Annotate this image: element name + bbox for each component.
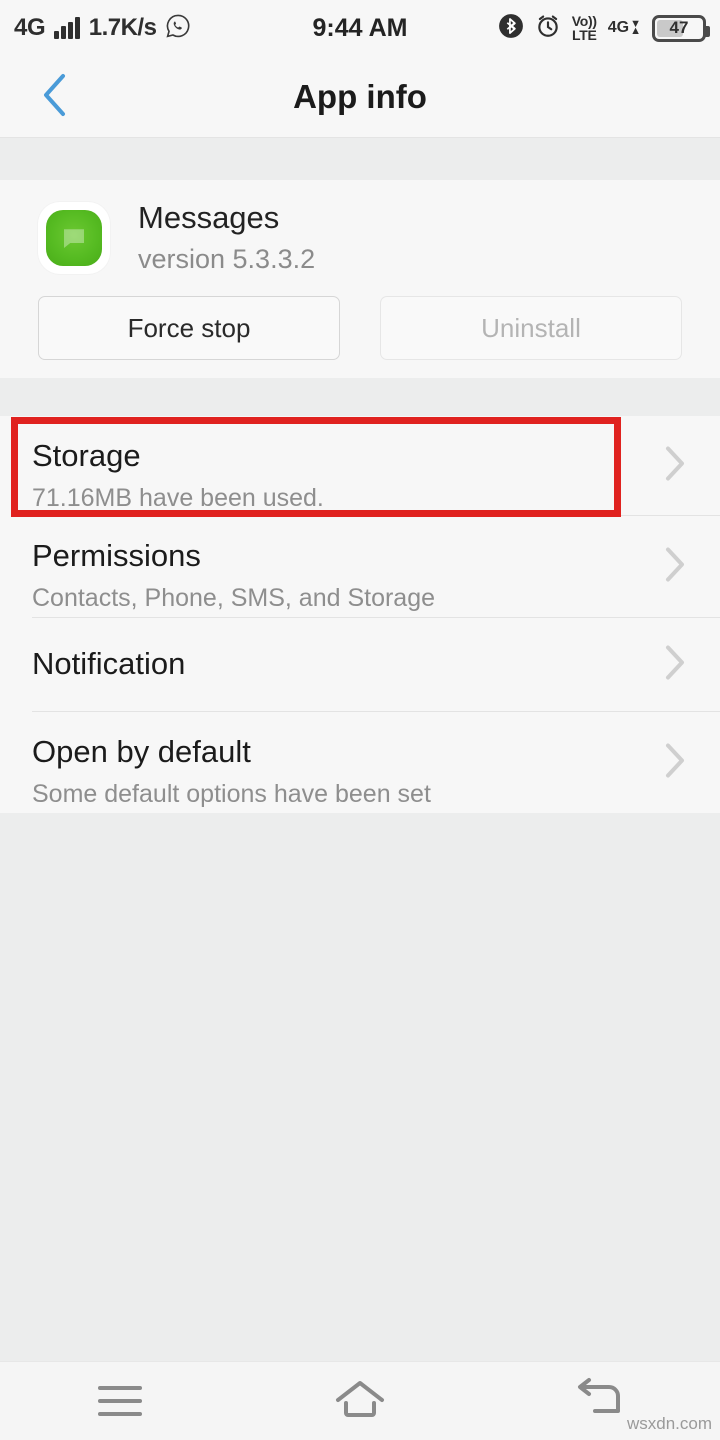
volte-top-label: Vo)): [571, 13, 597, 29]
settings-row-open-by-default[interactable]: Open by default Some default options hav…: [0, 712, 720, 813]
app-action-buttons: Force stop Uninstall: [38, 296, 682, 360]
app-identity: Messages version 5.3.3.2: [38, 200, 316, 275]
uninstall-button: Uninstall: [380, 296, 682, 360]
menu-button[interactable]: [60, 1362, 180, 1440]
settings-row-storage[interactable]: Storage 71.16MB have been used.: [0, 416, 720, 516]
app-settings-list: Storage 71.16MB have been used. Permissi…: [0, 416, 720, 813]
force-stop-button[interactable]: Force stop: [38, 296, 340, 360]
settings-row-sublabel: Some default options have been set: [32, 780, 431, 808]
chevron-right-icon: [664, 742, 686, 783]
section-gap-middle: [0, 378, 720, 416]
sim-network-icon: 4G ▼ ▲: [608, 19, 641, 37]
empty-area: [0, 813, 720, 1361]
chevron-right-icon: [664, 446, 686, 487]
signal-bars-icon: [54, 17, 80, 39]
app-icon-tile: [46, 210, 102, 267]
network-type-label: 4G: [14, 14, 46, 41]
phone-screen: 4G 1.7K/s 9:44 AM Vo)) LTE 4G ▼ ▲ 47 App…: [0, 0, 720, 1440]
data-rate-label: 1.7K/s: [88, 14, 157, 41]
app-name: Messages: [138, 200, 280, 235]
settings-row-sublabel: Contacts, Phone, SMS, and Storage: [32, 584, 436, 612]
battery-level-label: 47: [669, 18, 689, 37]
bluetooth-icon: [498, 13, 524, 44]
alarm-clock-icon: [535, 13, 561, 44]
chevron-right-icon: [664, 547, 686, 588]
menu-icon: [98, 1386, 142, 1416]
back-arrow-icon: [575, 1377, 625, 1426]
whatsapp-icon: [165, 13, 191, 44]
settings-row-permissions[interactable]: Permissions Contacts, Phone, SMS, and St…: [0, 516, 720, 618]
system-navigation-bar: [0, 1361, 720, 1440]
watermark: wsxdn.com: [626, 1414, 712, 1433]
home-button[interactable]: [300, 1362, 420, 1440]
status-bar-left: 4G 1.7K/s: [14, 13, 191, 44]
title-bar: App info: [0, 56, 720, 138]
volte-bottom-label: LTE: [572, 27, 597, 43]
page-title: App info: [293, 78, 427, 115]
messages-app-icon: [38, 202, 110, 275]
chevron-right-icon: [664, 645, 686, 686]
settings-row-label: Storage: [32, 438, 141, 473]
home-icon: [333, 1377, 387, 1426]
sim-network-label: 4G: [607, 19, 630, 36]
settings-row-label: Notification: [32, 646, 186, 681]
volte-icon: Vo)) LTE: [572, 14, 597, 42]
app-meta: Messages version 5.3.3.2: [138, 200, 316, 275]
settings-row-label: Permissions: [32, 538, 201, 573]
settings-row-notification[interactable]: Notification: [0, 618, 720, 712]
settings-row-sublabel: 71.16MB have been used.: [32, 484, 324, 512]
app-summary-card: Messages version 5.3.3.2 Force stop Unin…: [0, 180, 720, 378]
status-bar-right: Vo)) LTE 4G ▼ ▲ 47: [498, 13, 710, 44]
status-bar: 4G 1.7K/s 9:44 AM Vo)) LTE 4G ▼ ▲ 47: [0, 0, 720, 56]
app-version: version 5.3.3.2: [138, 243, 316, 274]
data-transfer-arrows-icon: ▼ ▲: [630, 18, 641, 37]
section-gap-top: [0, 139, 720, 180]
settings-row-label: Open by default: [32, 734, 251, 769]
battery-icon: 47: [652, 14, 710, 42]
